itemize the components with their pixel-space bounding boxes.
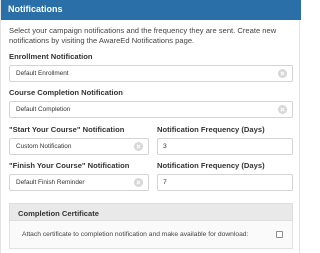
certificate-section-body: Attach certificate to completion notific… (9, 221, 293, 249)
clear-icon[interactable] (278, 69, 287, 78)
start-course-select-value: Custom Notification (16, 143, 72, 150)
enrollment-label: Enrollment Notification (9, 52, 93, 61)
finish-frequency-value: 7 (163, 179, 167, 186)
finish-course-label: "Finish Your Course" Notification (9, 161, 130, 170)
clear-icon[interactable] (134, 178, 143, 187)
start-frequency-label: Notification Frequency (Days) (157, 125, 265, 134)
certificate-title: Completion Certificate (18, 209, 100, 218)
start-frequency-value: 3 (163, 143, 167, 150)
certificate-section-header: Completion Certificate (9, 203, 293, 221)
clear-icon[interactable] (134, 142, 143, 151)
notifications-panel: Notifications Select your campaign notif… (0, 0, 301, 253)
panel-header: Notifications (1, 0, 301, 20)
clear-icon[interactable] (278, 105, 287, 114)
finish-frequency-input[interactable]: 7 (157, 174, 293, 191)
finish-course-select[interactable]: Default Finish Reminder (9, 174, 149, 191)
panel-title: Notifications (8, 4, 63, 14)
start-course-label: "Start Your Course" Notification (9, 125, 125, 134)
completion-label: Course Completion Notification (9, 88, 123, 97)
intro-text: Select your campaign notifications and t… (9, 26, 277, 45)
enrollment-select-value: Default Enrollment (16, 70, 69, 77)
completion-select-value: Default Completion (16, 106, 71, 113)
finish-frequency-label: Notification Frequency (Days) (157, 161, 265, 170)
start-course-select[interactable]: Custom Notification (9, 138, 149, 155)
attach-certificate-checkbox[interactable] (276, 231, 283, 238)
finish-course-select-value: Default Finish Reminder (16, 179, 85, 186)
enrollment-select[interactable]: Default Enrollment (9, 65, 293, 82)
certificate-checkbox-label: Attach certificate to completion notific… (22, 231, 249, 238)
completion-select[interactable]: Default Completion (9, 101, 293, 118)
start-frequency-input[interactable]: 3 (157, 138, 293, 155)
